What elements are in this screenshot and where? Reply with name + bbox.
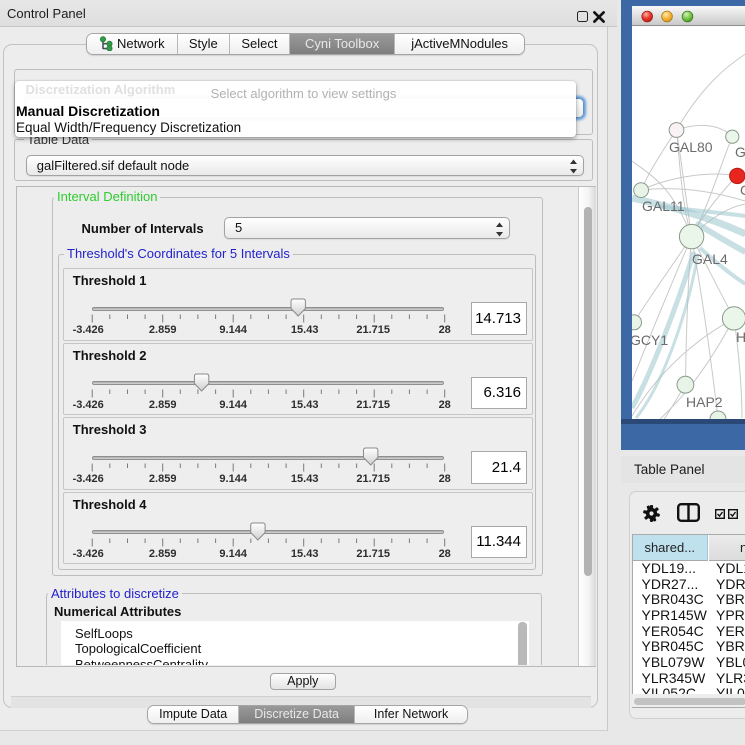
svg-text:H: H [736,329,745,345]
svg-text:C: C [740,182,745,198]
svg-text:HAP2: HAP2 [686,394,723,410]
svg-text:GAL80: GAL80 [669,139,713,155]
svg-text:GCY1: GCY1 [632,332,668,348]
svg-text:GAL11: GAL11 [642,198,685,214]
svg-text:GA: GA [735,144,745,160]
svg-text:GAL4: GAL4 [692,251,728,267]
